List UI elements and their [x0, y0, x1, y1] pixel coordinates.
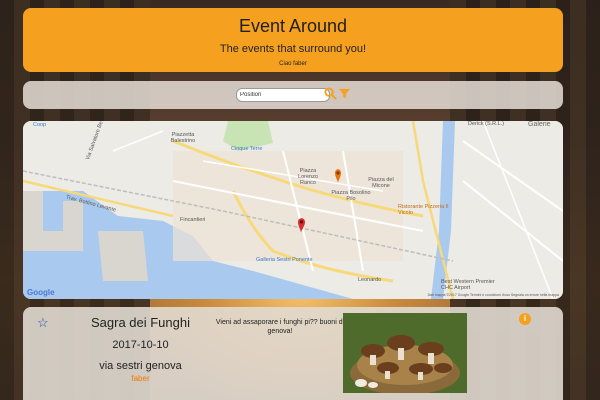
user-greeting[interactable]: Ciao faber	[23, 61, 563, 67]
map-label: Fincantieri	[180, 217, 206, 223]
info-icon[interactable]: i	[519, 313, 531, 325]
header-panel: Event Around The events that surround yo…	[23, 8, 563, 72]
search-icon[interactable]	[324, 87, 337, 100]
map-label: Piazzetta Balestrino	[170, 132, 196, 144]
event-card[interactable]: ☆ Sagra dei Funghi 2017-10-10 via sestri…	[23, 307, 563, 400]
google-logo[interactable]: Google	[27, 288, 55, 297]
event-place: via sestri genova	[99, 360, 182, 372]
event-author[interactable]: faber	[63, 374, 218, 383]
app-subtitle: The events that surround you!	[219, 43, 367, 55]
map[interactable]: Coop Piazzetta Balestrino Cinque Terre V…	[23, 121, 563, 299]
map-label: Best Western Premier CHC Airport	[441, 279, 495, 291]
map-label: Galerie	[528, 121, 551, 128]
map-label: Coop	[33, 122, 47, 128]
map-label: Piazza del Micone	[368, 177, 394, 189]
map-label: Ristorante Pizzeria Il Vicolo	[398, 204, 449, 216]
position-input[interactable]	[236, 88, 330, 102]
map-label: Leonardo	[358, 277, 382, 283]
event-description: Vieni ad assaporare i funghi pi?? buoni …	[215, 319, 345, 335]
search-panel	[23, 81, 563, 109]
map-label: Cinque Terre	[231, 146, 263, 152]
map-label: Piazza Bosolino Pilo	[331, 190, 371, 202]
map-label: Derick (S.R.L.)	[468, 121, 505, 127]
event-image-mushrooms	[343, 313, 467, 393]
event-name: Sagra dei Funghi	[90, 315, 190, 330]
map-attribution[interactable]: Dati mappa ©2017 Google Termini e condiz…	[428, 293, 559, 297]
app-title: Event Around	[238, 16, 348, 36]
map-label: Galleria Sestri Ponente	[256, 257, 313, 263]
event-date: 2017-10-10	[112, 339, 169, 351]
map-label: Piazza Lorenzo Ranco	[298, 168, 318, 186]
filter-icon[interactable]	[338, 87, 351, 100]
star-outline-icon[interactable]: ☆	[37, 315, 49, 331]
